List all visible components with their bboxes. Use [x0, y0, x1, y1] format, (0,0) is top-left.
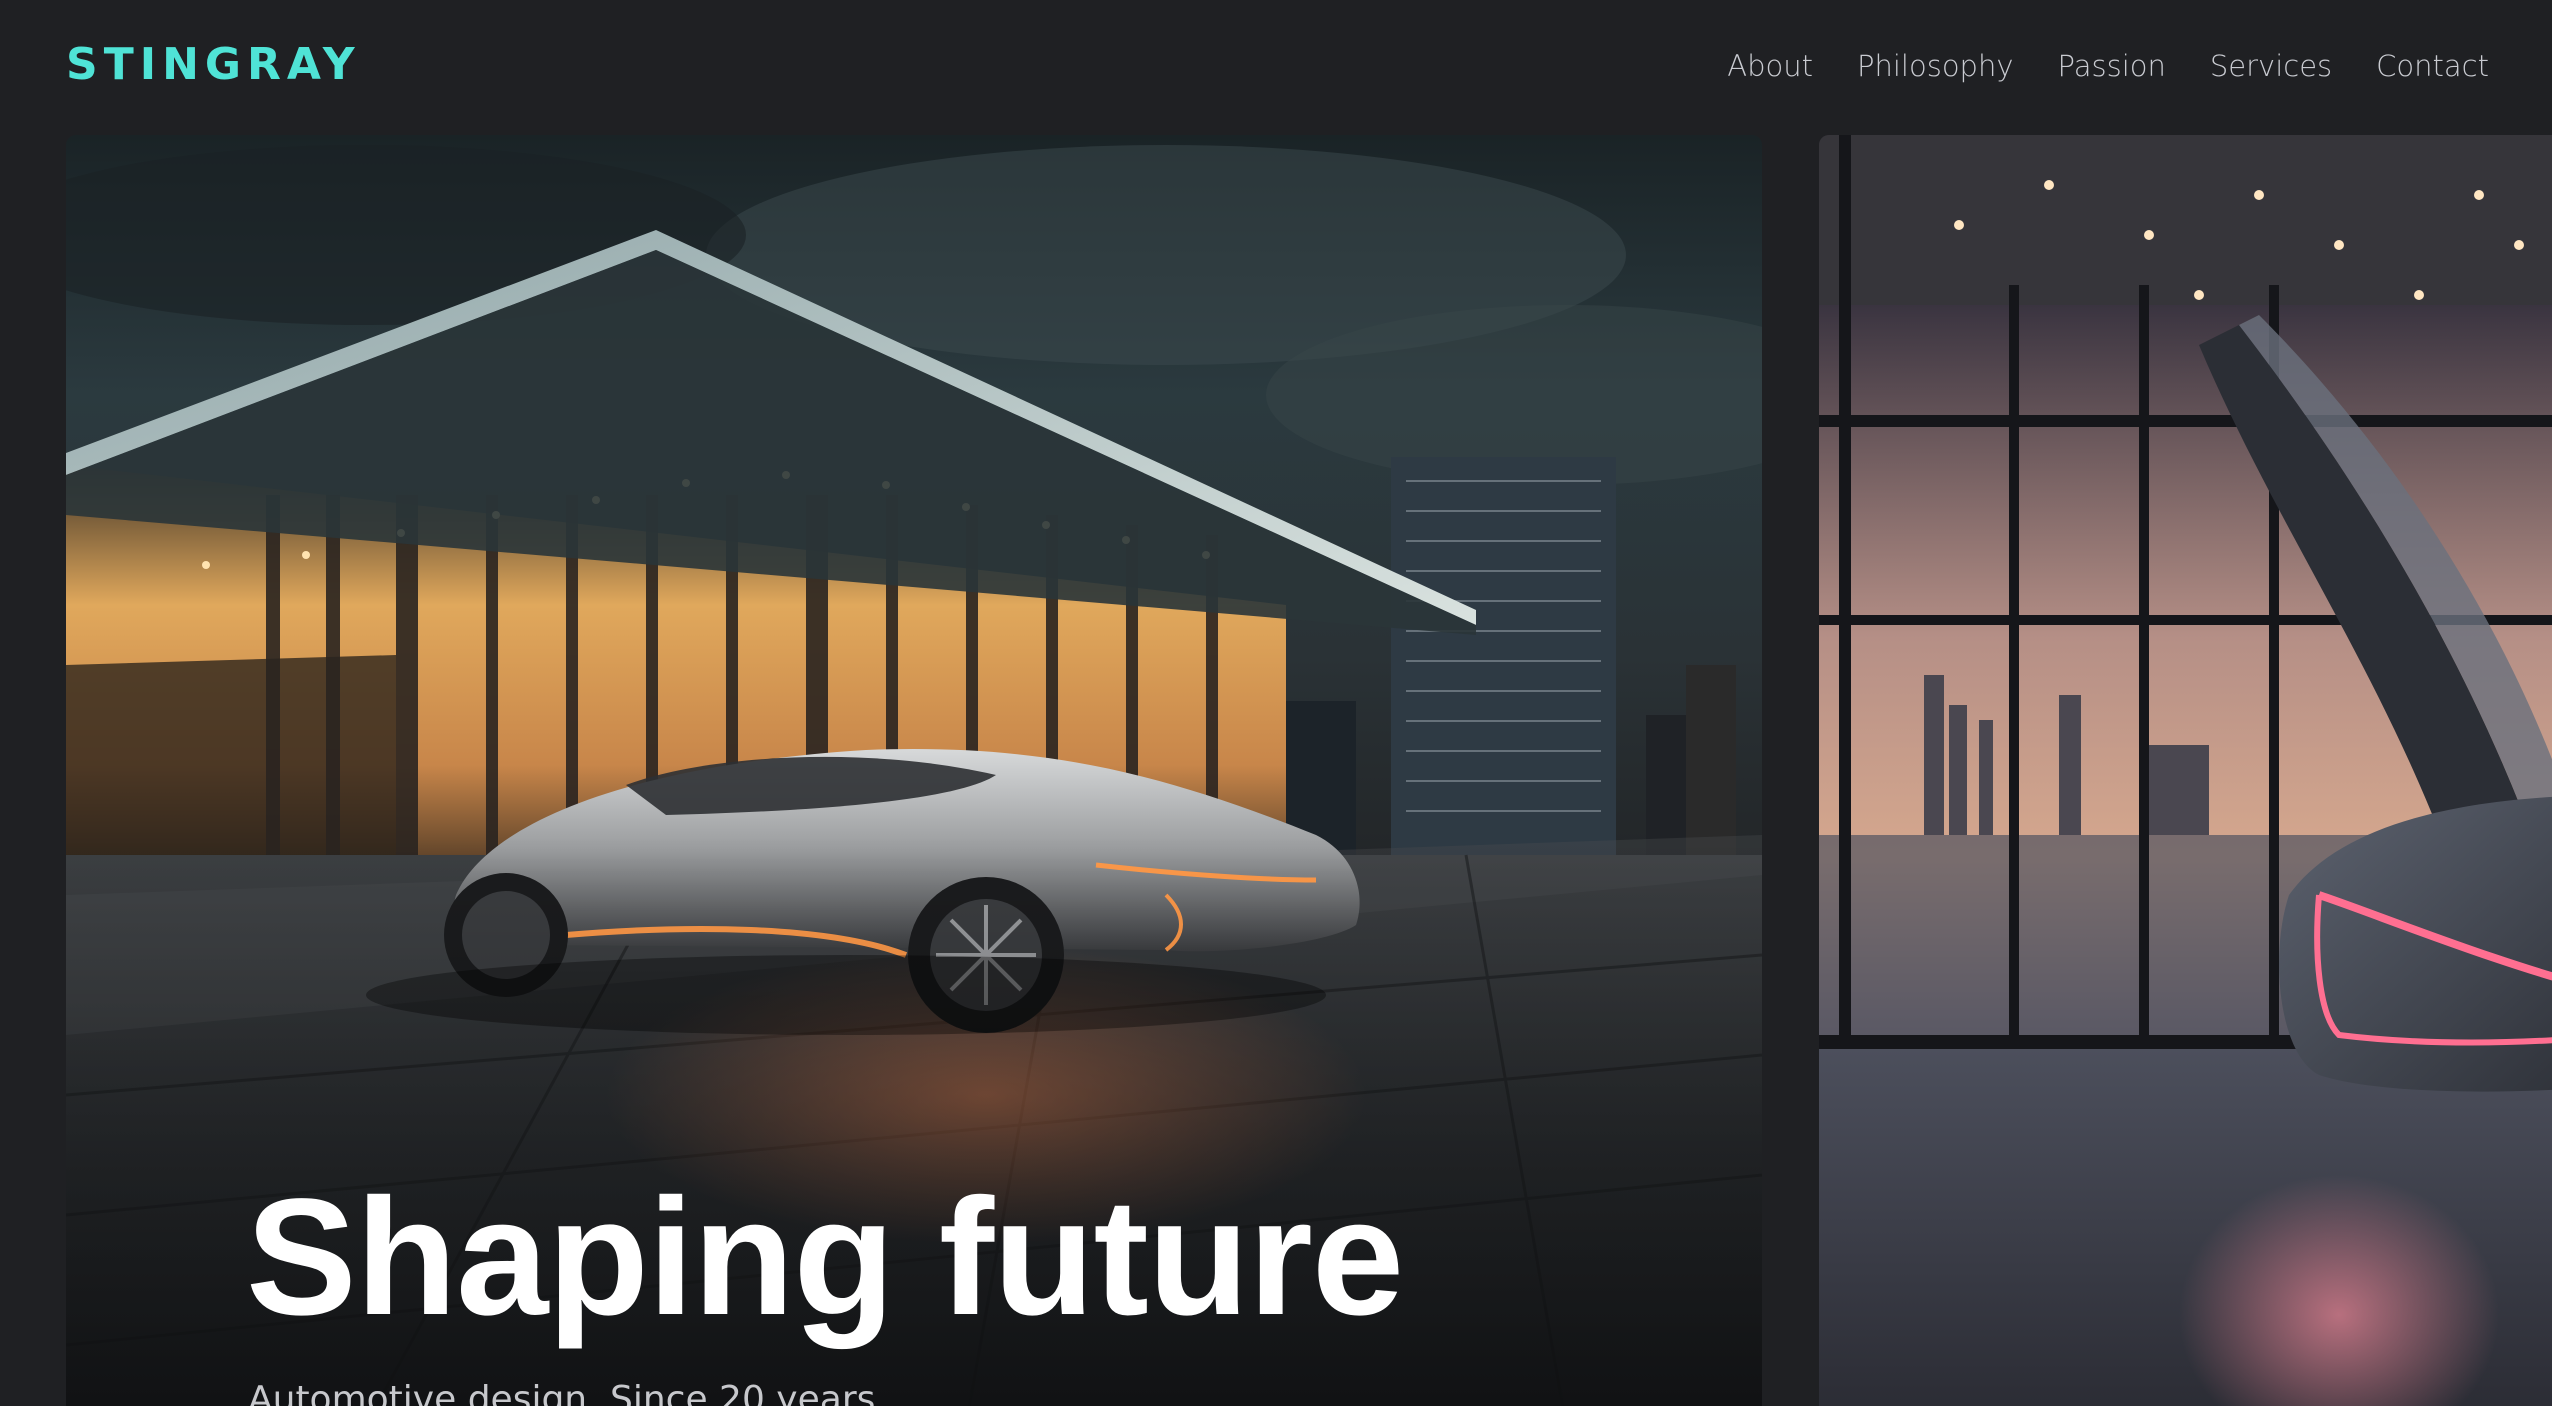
- main-nav: About Philosophy Passion Services Contac…: [1727, 46, 2489, 86]
- secondary-card[interactable]: [1819, 135, 2552, 1406]
- hero-title: Shaping future: [246, 1165, 1404, 1350]
- nav-about[interactable]: About: [1727, 46, 1813, 86]
- landing-page: STINGRAY About Philosophy Passion Servic…: [0, 0, 2552, 1406]
- nav-passion[interactable]: Passion: [2058, 46, 2166, 86]
- nav-services[interactable]: Services: [2210, 46, 2332, 86]
- brand-logo[interactable]: STINGRAY: [66, 40, 361, 90]
- hero-card[interactable]: Shaping future Automotive design. Since …: [66, 135, 1762, 1406]
- nav-philosophy[interactable]: Philosophy: [1857, 46, 2014, 86]
- secondary-image: [1819, 135, 2552, 1406]
- nav-contact[interactable]: Contact: [2376, 46, 2489, 86]
- hero-subtitle: Automotive design. Since 20 years.: [248, 1379, 887, 1406]
